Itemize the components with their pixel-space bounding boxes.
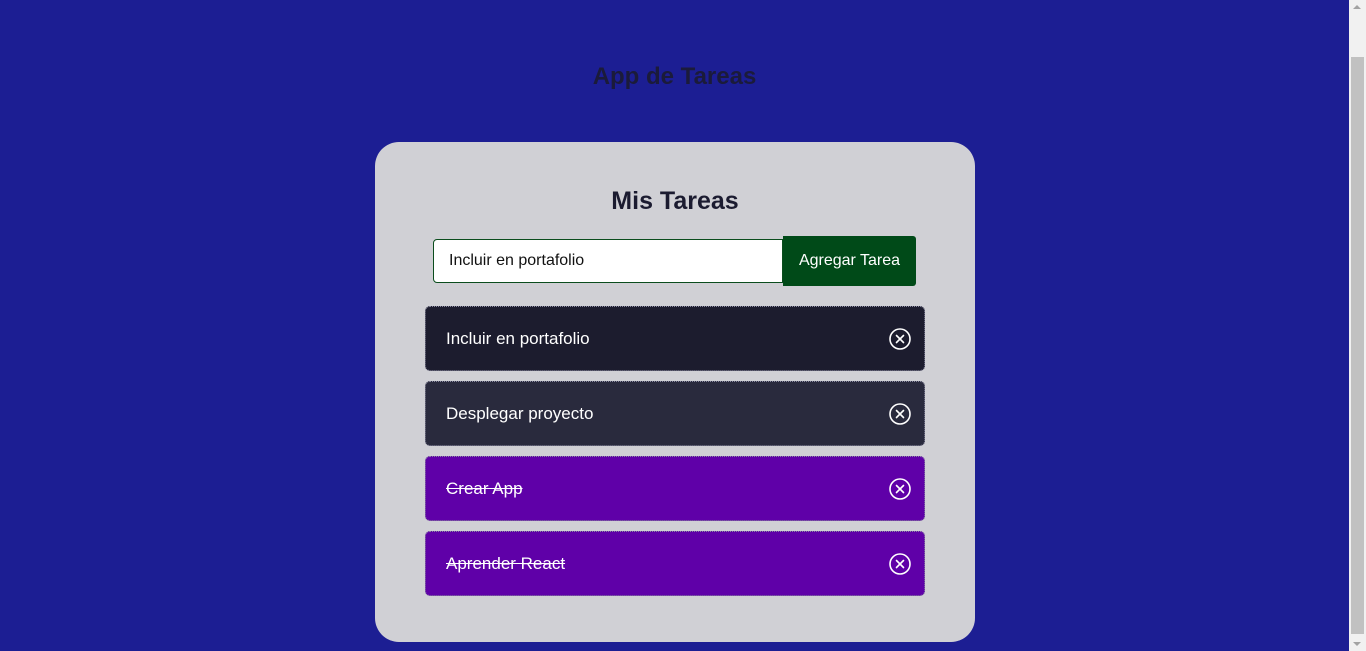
scroll-down-arrow-icon[interactable]: [1353, 642, 1361, 646]
scrollbar-thumb[interactable]: [1351, 57, 1364, 634]
card-title: Mis Tareas: [611, 187, 739, 215]
close-circle-icon[interactable]: [888, 552, 912, 576]
task-item-completed[interactable]: Crear App: [425, 456, 925, 521]
task-item[interactable]: Incluir en portafolio: [425, 306, 925, 371]
app-title: App de Tareas: [592, 63, 757, 90]
task-text: Incluir en portafolio: [446, 328, 590, 348]
close-circle-icon[interactable]: [888, 477, 912, 501]
task-list: Incluir en portafolio Desplegar proyecto: [425, 306, 925, 606]
close-circle-icon[interactable]: [888, 402, 912, 426]
task-text: Crear App: [446, 478, 523, 498]
task-item-completed[interactable]: Aprender React: [425, 531, 925, 596]
page: App de Tareas Mis Tareas Agregar Tarea I…: [0, 0, 1349, 651]
task-item[interactable]: Desplegar proyecto: [425, 381, 925, 446]
task-input[interactable]: [433, 239, 783, 283]
vertical-scrollbar[interactable]: [1349, 0, 1366, 651]
task-text: Desplegar proyecto: [446, 403, 594, 423]
add-task-form: Agregar Tarea: [433, 236, 916, 286]
task-text: Aprender React: [446, 553, 566, 573]
add-task-button[interactable]: Agregar Tarea: [783, 236, 916, 286]
close-circle-icon[interactable]: [888, 327, 912, 351]
scroll-up-arrow-icon[interactable]: [1353, 5, 1361, 9]
